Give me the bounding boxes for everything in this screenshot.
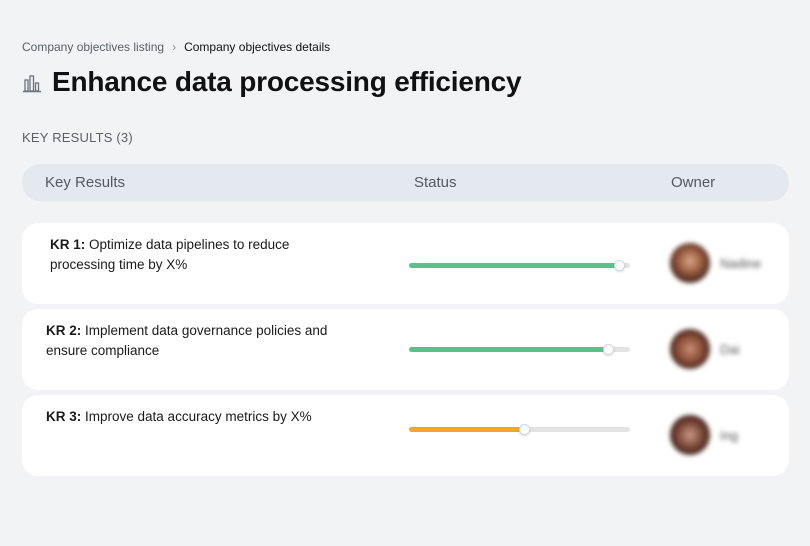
- key-result-prefix: KR 3:: [46, 409, 82, 424]
- status-progress-fill: [409, 427, 524, 432]
- column-header-key-results: Key Results: [45, 174, 126, 191]
- objective-details-page: Company objectives listing › Company obj…: [0, 0, 810, 546]
- owner-name: Ing: [720, 427, 739, 443]
- owner-name: Nadine: [720, 255, 762, 271]
- owner-cell[interactable]: Nadine: [670, 243, 761, 283]
- breadcrumb-chevron-icon: ›: [172, 40, 177, 54]
- table-header: Key Results Status Owner: [22, 164, 789, 201]
- key-result-description: Optimize data pipelines to reduce proces…: [50, 237, 290, 272]
- status-progress-bar: [409, 424, 630, 435]
- status-progress-fill: [409, 347, 608, 352]
- key-result-row[interactable]: KR 3: Improve data accuracy metrics by X…: [22, 395, 789, 476]
- building-chart-icon: [23, 75, 41, 93]
- column-header-owner: Owner: [671, 174, 716, 191]
- status-progress-bar: [409, 260, 630, 271]
- breadcrumb: Company objectives listing › Company obj…: [22, 40, 330, 54]
- page-title: Enhance data processing efficiency: [52, 66, 522, 97]
- avatar: [670, 243, 710, 283]
- status-progress-fill: [409, 263, 619, 268]
- status-progress-knob: [518, 424, 530, 435]
- owner-cell[interactable]: Ing: [670, 415, 738, 455]
- key-result-text: KR 2: Implement data governance policies…: [46, 321, 346, 361]
- breadcrumb-objectives-listing-link[interactable]: Company objectives listing: [22, 40, 164, 54]
- key-result-description: Improve data accuracy metrics by X%: [81, 409, 312, 424]
- breadcrumb-current: Company objectives details: [184, 40, 331, 54]
- owner-cell[interactable]: Dai: [670, 329, 740, 369]
- status-progress-knob: [613, 260, 625, 271]
- column-header-status: Status: [414, 174, 457, 191]
- key-result-text: KR 1: Optimize data pipelines to reduce …: [50, 235, 350, 275]
- avatar: [670, 415, 710, 455]
- key-result-text: KR 3: Improve data accuracy metrics by X…: [46, 407, 346, 427]
- key-result-row[interactable]: KR 2: Implement data governance policies…: [22, 309, 789, 390]
- title-row: Enhance data processing efficiency: [22, 66, 522, 98]
- key-result-row[interactable]: KR 1: Optimize data pipelines to reduce …: [22, 223, 789, 304]
- status-progress-bar: [409, 344, 630, 355]
- key-result-prefix: KR 1:: [50, 237, 86, 252]
- key-results-count-label: KEY RESULTS (3): [22, 130, 133, 145]
- owner-name: Dai: [720, 341, 740, 357]
- avatar: [670, 329, 710, 369]
- status-progress-knob: [602, 344, 614, 355]
- key-result-prefix: KR 2:: [46, 323, 82, 338]
- key-result-description: Implement data governance policies and e…: [46, 323, 328, 358]
